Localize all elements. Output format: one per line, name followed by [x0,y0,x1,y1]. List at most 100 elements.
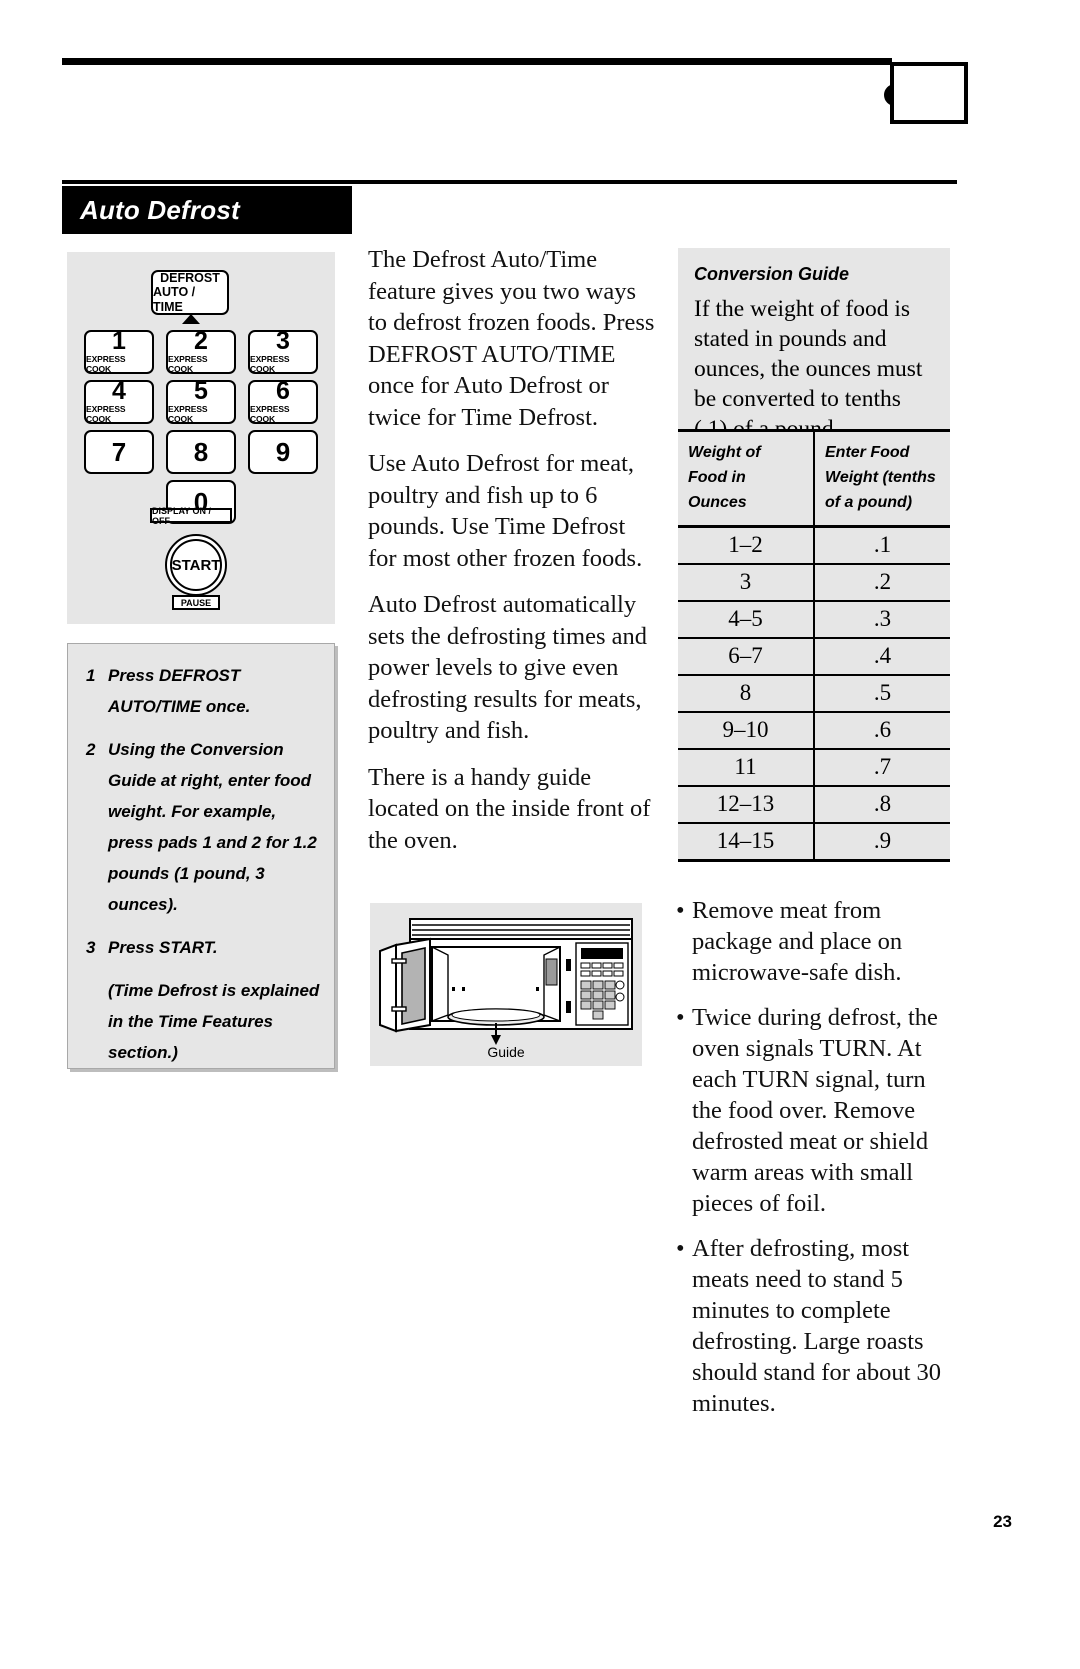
cell-tenths: .8 [813,786,950,824]
key-sublabel: EXPRESS COOK [86,354,126,375]
bullet-icon: • [676,897,685,924]
table-row: 9–10.6 [678,712,950,750]
key-sublabel: EXPRESS COOK [86,404,126,425]
conversion-guide-intro: If the weight of food is stated in pound… [694,296,923,442]
conversion-guide-title: Conversion Guide [694,264,850,284]
step-item: 2 Using the Conversion Guide at right, e… [86,734,320,920]
title-rule [62,180,957,184]
steps-panel: 1 Press DEFROST AUTO/TIME once. 2 Using … [67,643,335,1069]
table-header-row: Weight of Food in Ounces Enter Food Weig… [678,429,950,528]
body-paragraph: Use Auto Defrost for meat, poultry and f… [368,450,643,572]
pause-label[interactable]: PAUSE [172,595,220,610]
keypad-key-2[interactable]: 2 EXPRESS COOK [166,326,236,375]
cell-tenths: .5 [813,675,950,713]
step-text: Using the Conversion Guide at right, ent… [108,740,317,914]
key-number: 3 [276,326,290,355]
page-number: 23 [993,1512,1012,1531]
key-number: 1 [112,326,126,355]
step-number: 3 [86,938,96,957]
table-col-header-tenths: Enter Food Weight (tenths of a pound) [813,429,950,528]
cell-tenths: .2 [813,564,950,602]
cell-tenths: .3 [813,601,950,639]
key-sublabel: EXPRESS COOK [168,354,208,375]
key-sublabel: EXPRESS COOK [250,354,290,375]
keypad-key-8[interactable]: 8 [166,430,236,474]
keypad-figure: DEFROST AUTO / TIME 1 EXPRESS COOK 2 EXP… [67,252,335,624]
key-number: 2 [194,326,208,355]
cell-ounces: 9–10 [678,712,814,750]
key-number: 9 [275,436,291,467]
conversion-guide-panel: Conversion Guide If the weight of food i… [678,248,950,444]
key-sublabel: EXPRESS COOK [250,404,290,425]
list-item: • After defrosting, most meats need to s… [676,1233,956,1419]
keypad-key-9[interactable]: 9 [248,430,318,474]
keypad-key-6[interactable]: 6 EXPRESS COOK [248,376,318,425]
table-row: 14–15.9 [678,823,950,862]
keypad-key-7[interactable]: 7 [84,430,154,474]
body-paragraph: Auto Defrost automatically sets the defr… [368,591,647,744]
key-sublabel: EXPRESS COOK [168,404,208,425]
defrost-key-line2: AUTO / TIME [153,285,196,314]
tips-list: • Remove meat from package and place on … [676,895,956,1433]
conversion-table: Weight of Food in Ounces Enter Food Weig… [678,429,950,862]
defrost-auto-time-key[interactable]: DEFROST AUTO / TIME [151,270,229,315]
list-item: • Remove meat from package and place on … [676,895,956,988]
page-title-text: Auto Defrost [80,194,240,225]
page-title: Auto Defrost [62,186,352,234]
cell-ounces: 4–5 [678,601,814,639]
keypad-key-3[interactable]: 3 EXPRESS COOK [248,326,318,375]
list-item-text: Twice during defrost, the oven signals T… [692,1004,938,1217]
table-row: 6–7.4 [678,638,950,676]
cell-tenths: .1 [813,526,950,565]
cell-ounces: 8 [678,675,814,713]
cell-tenths: .4 [813,638,950,676]
cell-ounces: 12–13 [678,786,814,824]
table-row: 3.2 [678,564,950,602]
cell-ounces: 14–15 [678,823,814,862]
cell-ounces: 1–2 [678,526,814,565]
defrost-key-line1: DEFROST [160,270,220,285]
cell-ounces: 3 [678,564,814,602]
header-rule [62,58,892,65]
step-item: 1 Press DEFROST AUTO/TIME once. [86,660,320,722]
list-item-text: After defrosting, most meats need to sta… [692,1235,942,1417]
step-number: 2 [86,740,96,759]
cell-tenths: .7 [813,749,950,787]
table-row: 4–5.3 [678,601,950,639]
defrost-pointer-icon [182,314,200,324]
keypad-key-4[interactable]: 4 EXPRESS COOK [84,376,154,425]
table-row: 11.7 [678,749,950,787]
microwave-oven-icon [379,918,633,1045]
ge-monogram-icon [890,62,968,124]
display-on-off-label[interactable]: DISPLAY ON / OFF [150,506,232,526]
key-number: 8 [193,436,209,467]
key-number: 7 [111,436,127,467]
start-button-label: START [170,539,222,591]
key-number: 4 [112,376,126,405]
table-row: 12–13.8 [678,786,950,824]
step-text: Press START. [108,938,218,957]
step-item: 3 Press START. [86,932,320,963]
table-row: 8.5 [678,675,950,713]
key-number: 6 [276,376,290,405]
oven-illustration: Guide [370,903,642,1066]
bullet-icon: • [676,1004,685,1031]
body-text-column: The Defrost Auto/Time feature gives you … [368,244,658,871]
keypad-key-1[interactable]: 1 EXPRESS COOK [84,326,154,375]
body-paragraph: The Defrost Auto/Time feature gives you … [368,246,655,431]
keypad-key-5[interactable]: 5 EXPRESS COOK [166,376,236,425]
key-number: 5 [194,376,208,405]
steps-note: (Time Defrost is explained in the Time F… [108,981,320,1062]
list-item-text: Remove meat from package and place on mi… [692,897,903,986]
step-number: 1 [86,666,96,685]
table-row: 1–2.1 [678,526,950,565]
table-col-header-ounces: Weight of Food in Ounces [678,429,814,528]
figure-caption: Guide [487,1044,525,1060]
bullet-icon: • [676,1235,685,1262]
cell-ounces: 6–7 [678,638,814,676]
body-paragraph: There is a handy guide located on the in… [368,763,651,854]
manual-page: Auto Defrost DEFROST AUTO / TIME 1 EXPRE… [0,0,1080,1669]
step-text: Press DEFROST AUTO/TIME once. [108,666,251,716]
start-button[interactable]: START [165,534,227,596]
cell-tenths: .9 [813,823,950,862]
